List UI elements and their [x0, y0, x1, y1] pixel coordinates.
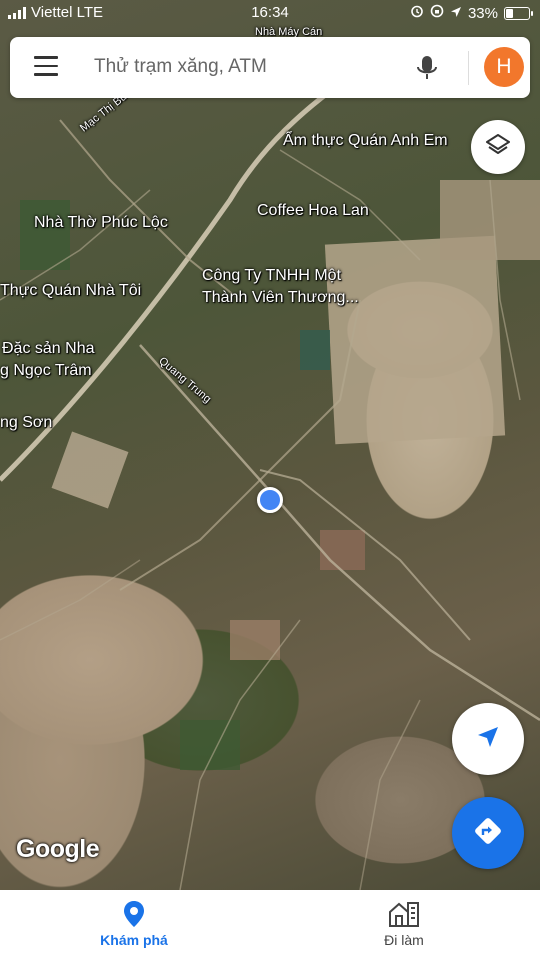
rotation-lock-icon [430, 4, 444, 22]
map-label[interactable]: Đặc sản Nha [2, 339, 95, 359]
mic-icon[interactable] [415, 51, 439, 85]
google-logo: Google [16, 835, 100, 863]
map-label[interactable]: Ẩm thực Quán Anh Em [283, 131, 448, 151]
map-label[interactable]: g Ngọc Trâm [0, 361, 92, 381]
status-bar: Viettel LTE 16:34 33% [0, 0, 540, 26]
layers-icon [485, 132, 511, 163]
map-label[interactable]: Thực Quán Nhà Tôi [0, 281, 141, 301]
tab-commute[interactable]: Đi làm [324, 900, 484, 948]
bottom-navigation: Khám phá Đi làm [0, 890, 540, 960]
search-input[interactable]: Thử trạm xăng, ATM [94, 56, 267, 78]
current-location-dot [257, 487, 283, 513]
menu-icon[interactable] [34, 56, 58, 78]
alarm-icon [410, 4, 424, 22]
battery-icon [504, 6, 533, 20]
clock: 16:34 [251, 4, 289, 21]
tab-explore-label: Khám phá [100, 932, 168, 948]
map-label[interactable]: Nhà Thờ Phúc Lộc [34, 213, 168, 233]
search-bar[interactable]: Thử trạm xăng, ATM H [10, 37, 530, 98]
directions-button[interactable] [452, 797, 524, 869]
divider [468, 51, 469, 85]
my-location-button[interactable] [452, 703, 524, 775]
layers-button[interactable] [471, 120, 525, 174]
map-label[interactable]: Coffee Hoa Lan [257, 201, 369, 221]
map-label[interactable]: Thành Viên Thương... [202, 288, 359, 308]
location-services-icon [450, 5, 462, 22]
account-avatar[interactable]: H [484, 47, 524, 87]
map-label[interactable]: ng Sơn [0, 413, 52, 433]
place-pin-icon [54, 900, 214, 928]
tab-explore[interactable]: Khám phá [54, 900, 214, 948]
tab-commute-label: Đi làm [384, 932, 424, 948]
map-label[interactable]: Công Ty TNHH Một [202, 266, 341, 286]
directions-icon [472, 815, 504, 852]
navigation-arrow-icon [475, 724, 501, 755]
battery-percent: 33% [467, 4, 498, 22]
commute-icon [324, 900, 484, 928]
